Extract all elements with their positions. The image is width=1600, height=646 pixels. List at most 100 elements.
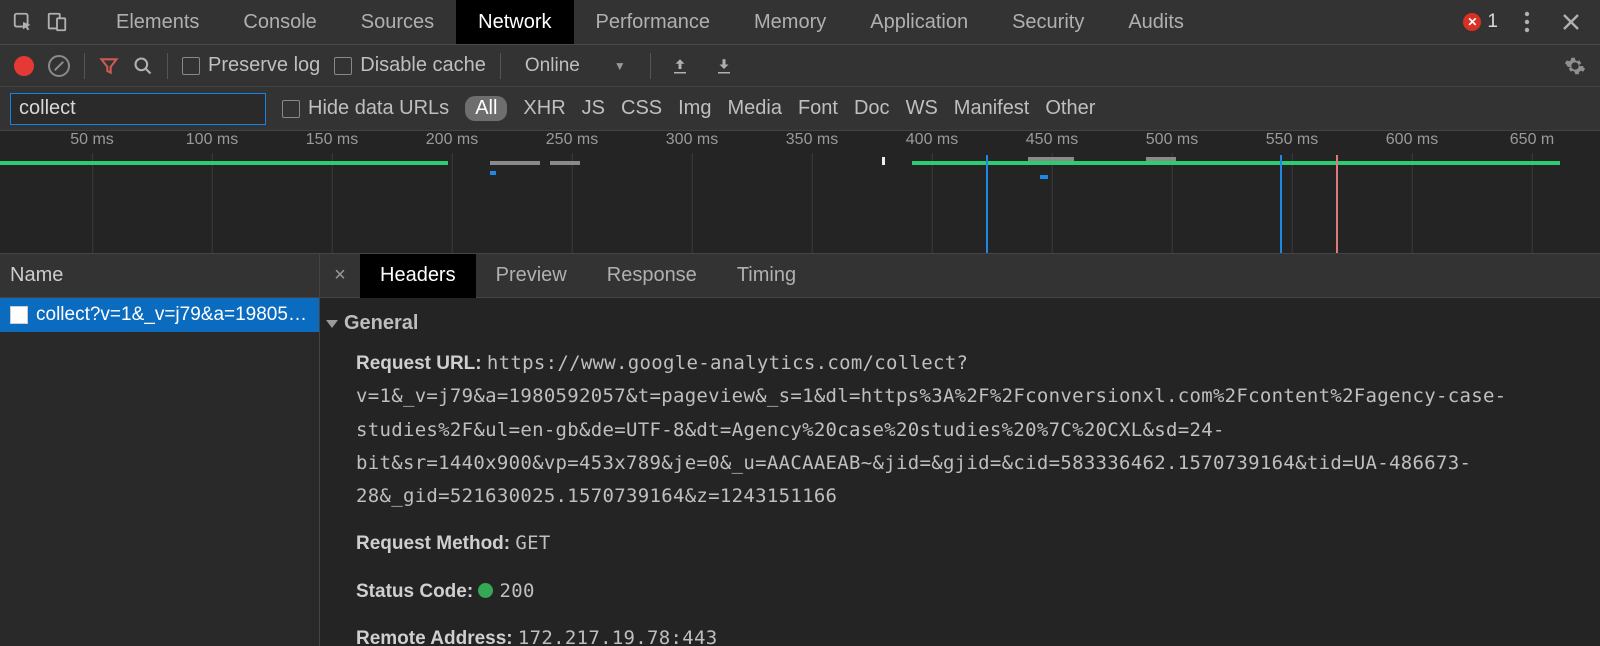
disable-cache-label: Disable cache [360,54,486,77]
overview-tick: 100 ms [186,131,238,149]
tab-console[interactable]: Console [221,0,338,44]
devtools-panel-tabs: Elements Console Sources Network Perform… [94,0,1206,44]
remote-address-label: Remote Address: [356,628,513,646]
detail-body[interactable]: General Request URL: https://www.google-… [320,298,1600,646]
overview-tick: 200 ms [426,131,478,149]
network-main: Name collect?v=1&_v=j79&a=19805… × Heade… [0,254,1600,646]
clear-button[interactable] [48,55,70,77]
overview-tick: 300 ms [666,131,718,149]
kebab-menu-icon[interactable] [1512,7,1542,37]
request-method-value: GET [515,532,550,554]
overview-tick: 350 ms [786,131,838,149]
overview-tick: 150 ms [306,131,358,149]
tab-sources[interactable]: Sources [339,0,456,44]
network-overview[interactable]: 50 ms 100 ms 150 ms 200 ms 250 ms 300 ms… [0,130,1600,254]
detail-tab-timing[interactable]: Timing [717,254,816,298]
overview-tick: 450 ms [1026,131,1078,149]
filter-type-manifest[interactable]: Manifest [954,97,1030,120]
general-label: General [344,312,418,335]
filter-type-all[interactable]: All [465,96,507,121]
disable-cache-checkbox[interactable]: Disable cache [334,54,486,77]
settings-gear-icon[interactable] [1560,51,1590,81]
filter-type-doc[interactable]: Doc [854,97,890,120]
filter-row: Hide data URLs All XHR JS CSS Img Media … [0,86,1600,130]
overview-domcontent-line [986,155,988,253]
overview-bar [882,157,885,165]
overview-bar [1028,157,1074,161]
request-list: Name collect?v=1&_v=j79&a=19805… [0,254,320,646]
tab-security[interactable]: Security [990,0,1106,44]
overview-domcontent-line [1280,155,1282,253]
tab-application[interactable]: Application [848,0,990,44]
filter-type-other[interactable]: Other [1045,97,1095,120]
devtools-topbar: Elements Console Sources Network Perform… [0,0,1600,44]
device-toggle-icon[interactable] [42,7,72,37]
detail-tab-headers[interactable]: Headers [360,254,476,298]
status-ok-icon [478,583,493,598]
filter-type-ws[interactable]: WS [906,97,938,120]
chevron-down-icon: ▼ [614,59,626,73]
record-button[interactable] [14,56,34,76]
overview-tick: 600 ms [1386,131,1438,149]
general-section-header[interactable]: General [326,312,1590,335]
checkbox-icon [282,100,300,118]
tab-elements[interactable]: Elements [94,0,221,44]
filter-type-font[interactable]: Font [798,97,838,120]
close-detail-icon[interactable]: × [320,264,360,287]
overview-bar [1040,175,1048,179]
filter-type-css[interactable]: CSS [621,97,662,120]
file-icon [10,306,28,324]
inspect-element-icon[interactable] [8,7,38,37]
error-count-value: 1 [1487,11,1498,33]
overview-tick: 550 ms [1266,131,1318,149]
overview-tick: 250 ms [546,131,598,149]
filter-type-xhr[interactable]: XHR [523,97,565,120]
download-har-icon[interactable] [709,51,739,81]
preserve-log-checkbox[interactable]: Preserve log [182,54,320,77]
tab-memory[interactable]: Memory [732,0,848,44]
remote-address-value: 172.217.19.78:443 [518,627,718,646]
detail-tab-preview[interactable]: Preview [476,254,587,298]
filter-type-media[interactable]: Media [727,97,781,120]
separator [84,53,85,79]
request-row[interactable]: collect?v=1&_v=j79&a=19805… [0,298,319,332]
filter-input[interactable] [10,93,266,125]
overview-tick: 500 ms [1146,131,1198,149]
separator [650,53,651,79]
network-toolbar: Preserve log Disable cache Online ▼ [0,44,1600,86]
upload-har-icon[interactable] [665,51,695,81]
overview-tick: 650 m [1510,131,1554,149]
throttling-select[interactable]: Online ▼ [515,55,636,77]
detail-tab-response[interactable]: Response [587,254,717,298]
request-url-label: Request URL: [356,353,482,374]
overview-tick: 50 ms [70,131,114,149]
filter-toggle-icon[interactable] [99,56,119,76]
search-icon[interactable] [133,56,153,76]
hide-data-urls-checkbox[interactable]: Hide data URLs [282,97,449,120]
request-url-value: https://www.google-analytics.com/collect… [356,352,1506,507]
overview-tick: 400 ms [906,131,958,149]
throttling-value: Online [525,55,580,77]
request-row-name: collect?v=1&_v=j79&a=19805… [36,304,307,326]
status-code-value: 200 [478,580,534,602]
error-icon: ✕ [1463,13,1481,31]
filter-type-js[interactable]: JS [582,97,605,120]
overview-load-line [1336,155,1338,253]
filter-type-img[interactable]: Img [678,97,711,120]
request-method-row: Request Method: GET [356,527,1590,560]
overview-bar [912,161,1560,165]
disclosure-triangle-icon [326,320,338,328]
close-devtools-icon[interactable] [1556,7,1586,37]
request-detail-pane: × Headers Preview Response Timing Genera… [320,254,1600,646]
overview-bar [550,161,580,165]
tab-audits[interactable]: Audits [1106,0,1206,44]
error-count-badge[interactable]: ✕ 1 [1463,11,1498,33]
separator [167,53,168,79]
checkbox-icon [182,57,200,75]
status-code-label: Status Code: [356,581,473,602]
checkbox-icon [334,57,352,75]
tab-performance[interactable]: Performance [574,0,733,44]
resource-type-filters: All XHR JS CSS Img Media Font Doc WS Man… [465,96,1095,121]
tab-network[interactable]: Network [456,0,573,44]
request-list-header-name[interactable]: Name [0,254,319,298]
